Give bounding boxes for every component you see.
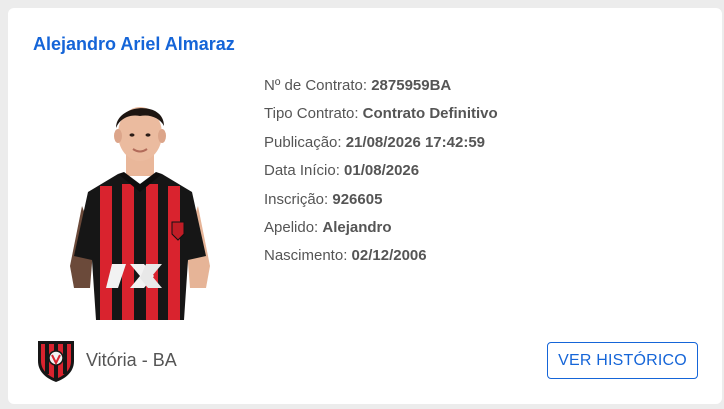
view-history-button[interactable]: VER HISTÓRICO xyxy=(547,342,698,379)
detail-label: Tipo Contrato: xyxy=(264,105,363,123)
contract-details: Nº de Contrato: 2875959BA Tipo Contrato:… xyxy=(264,72,498,271)
vitoria-crest-icon xyxy=(38,341,74,382)
detail-value: 01/08/2026 xyxy=(344,162,420,180)
detail-label: Data Início: xyxy=(264,162,345,180)
detail-registration: Inscrição: 926605 xyxy=(264,186,498,214)
club-name: Vitória - BA xyxy=(86,349,177,370)
club-info: Vitória - BA xyxy=(36,337,177,383)
player-name[interactable]: Alejandro Ariel Almaraz xyxy=(33,34,235,55)
detail-contract-type: Tipo Contrato: Contrato Definitivo xyxy=(264,100,498,128)
detail-value: 2875959BA xyxy=(371,77,452,94)
detail-value: Contrato Definitivo xyxy=(362,105,498,123)
detail-label: Apelido: xyxy=(264,218,323,236)
detail-contract-number: Nº de Contrato: 2875959BA xyxy=(264,72,498,100)
detail-value: 02/12/2006 xyxy=(351,247,427,265)
detail-label: Nº de Contrato: xyxy=(264,77,372,94)
detail-start-date: Data Início: 01/08/2026 xyxy=(264,157,498,185)
player-card: Alejandro Ariel Almaraz Nº de Contrato: … xyxy=(8,8,722,404)
detail-birth-date: Nascimento: 02/12/2006 xyxy=(264,242,498,270)
detail-nickname: Apelido: Alejandro xyxy=(264,214,498,242)
detail-label: Publicação: xyxy=(264,133,346,151)
detail-publication: Publicação: 21/08/2026 17:42:59 xyxy=(264,129,498,157)
detail-label: Nascimento: xyxy=(264,247,352,265)
detail-label: Inscrição: xyxy=(264,190,333,208)
detail-value: 21/08/2026 17:42:59 xyxy=(345,133,486,151)
detail-value: 926605 xyxy=(332,190,383,208)
detail-value: Alejandro xyxy=(322,218,392,236)
player-photo xyxy=(70,107,210,320)
